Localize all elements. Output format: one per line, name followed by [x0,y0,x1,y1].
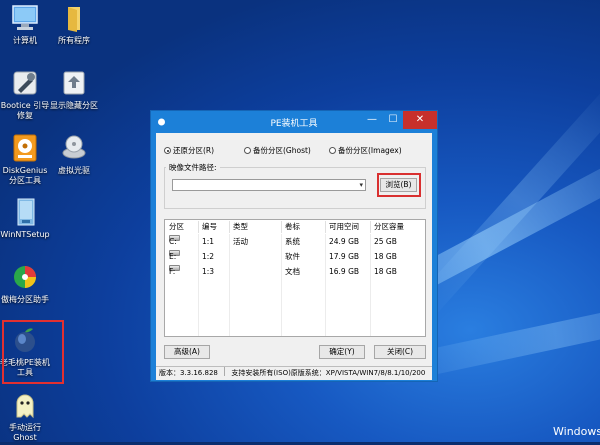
table-row[interactable]: F: 1:3 文档 16.9 GB 18 GB [165,265,425,278]
column-divider [325,221,326,233]
desktop-icon-label: 显示隐藏分区 [50,101,98,110]
winntsetup-icon [10,197,40,227]
desktop-icon-label: WinNTSetup [0,230,50,239]
desktop-icon-show-hidden-partition[interactable]: 显示隐藏分区 [46,68,102,111]
highlight-box-browse [377,173,421,197]
column-divider [198,221,199,233]
col-header-type[interactable]: 类型 [233,220,248,234]
desktop-icon-label: 手动运行 Ghost [9,423,41,442]
window-titlebar[interactable]: PE装机工具 — ☐ ✕ [151,111,437,133]
cell-free: 17.9 GB [329,252,360,261]
highlight-box-laomaotao [2,320,64,384]
minimize-button[interactable]: — [361,111,383,129]
col-header-free[interactable]: 可用空间 [329,220,359,234]
desktop-icon-label: 虚拟光驱 [58,166,90,175]
cell-label: 系统 [285,237,300,246]
partition-letter: C: [169,237,177,246]
cell-type: 活动 [233,237,248,246]
desktop-icon-aomei[interactable]: 傲梅分区助手 [0,262,53,305]
table-header: 分区 编号 类型 卷标 可用空间 分区容量 [165,220,425,234]
version-text: 版本：3.3.16.828 [159,369,218,377]
radio-dot [329,147,336,154]
radio-label: 还原分区(R) [173,146,215,155]
desktop: 计算机 Bootice 引导 修复 DiskGenius 分区工具 WinNTS… [0,0,600,445]
cell-free: 24.9 GB [329,237,360,246]
cell-capacity: 25 GB [374,237,397,246]
table-row[interactable]: C: 1:1 活动 系统 24.9 GB 25 GB [165,235,425,248]
cell-label: 文档 [285,267,300,276]
radio-backup-imagex[interactable]: 备份分区(Imagex) [329,145,402,156]
desktop-icon-label: 所有程序 [58,36,90,45]
image-path-label: 映像文件路径: [166,162,220,173]
radio-restore-partition[interactable]: 还原分区(R) [164,145,214,156]
support-text: 支持安装所有(ISO)原版系统：XP/VISTA/WIN7/8/8.1/10/2… [231,369,426,377]
partition-letter: F: [169,267,176,276]
close-button[interactable]: 关闭(C) [374,345,426,359]
desktop-icon-label: 傲梅分区助手 [1,295,49,304]
pe-install-window: PE装机工具 — ☐ ✕ 还原分区(R) 备份分区(Ghost) 备份分区(Im… [150,110,438,382]
maximize-button[interactable]: ☐ [383,111,403,129]
radio-backup-ghost[interactable]: 备份分区(Ghost) [244,145,311,156]
radio-dot-checked [164,147,171,154]
col-header-partition[interactable]: 分区 [169,220,184,234]
cell-free: 16.9 GB [329,267,360,276]
partition-icon [59,68,89,98]
partition-letter: E: [169,252,177,261]
close-window-button[interactable]: ✕ [403,111,437,129]
col-header-number[interactable]: 编号 [202,220,217,234]
window-client-area: 还原分区(R) 备份分区(Ghost) 备份分区(Imagex) 映像文件路径:… [156,133,432,366]
desktop-icon-ghost[interactable]: 手动运行 Ghost [0,390,53,443]
optical-drive-icon [59,133,89,163]
status-bar: 版本：3.3.16.828 支持安装所有(ISO)原版系统：XP/VISTA/W… [156,366,432,380]
status-divider [224,367,226,376]
column-divider [370,221,371,233]
desktop-icon-all-programs[interactable]: 所有程序 [46,3,102,46]
col-header-label[interactable]: 卷标 [285,220,300,234]
column-divider [281,221,282,233]
radio-dot [244,147,251,154]
tools-icon [10,68,40,98]
diskgenius-icon [10,133,40,163]
cell-label: 软件 [285,252,300,261]
folder-icon [59,3,89,33]
aomei-icon [10,262,40,292]
chevron-down-icon[interactable]: ▾ [359,180,363,191]
column-divider [229,221,230,233]
radio-label: 备份分区(Ghost) [253,146,311,155]
advanced-button[interactable]: 高级(A) [164,345,210,359]
col-header-capacity[interactable]: 分区容量 [374,220,404,234]
windows-watermark: Windows [553,425,600,438]
computer-icon [10,3,40,33]
ok-button[interactable]: 确定(Y) [319,345,365,359]
cell-number: 1:3 [202,267,215,276]
desktop-icon-winntsetup[interactable]: WinNTSetup [0,197,53,240]
cell-number: 1:1 [202,237,215,246]
table-row[interactable]: E: 1:2 软件 17.9 GB 18 GB [165,250,425,263]
image-path-combobox[interactable]: ▾ [172,179,366,191]
cell-number: 1:2 [202,252,215,261]
partition-table: 分区 编号 类型 卷标 可用空间 分区容量 C: 1:1 活动 系统 24.9 … [164,219,426,337]
ghost-icon [10,390,40,420]
radio-label: 备份分区(Imagex) [338,146,402,155]
cell-capacity: 18 GB [374,267,397,276]
desktop-icon-virtual-drive[interactable]: 虚拟光驱 [46,133,102,176]
cell-capacity: 18 GB [374,252,397,261]
